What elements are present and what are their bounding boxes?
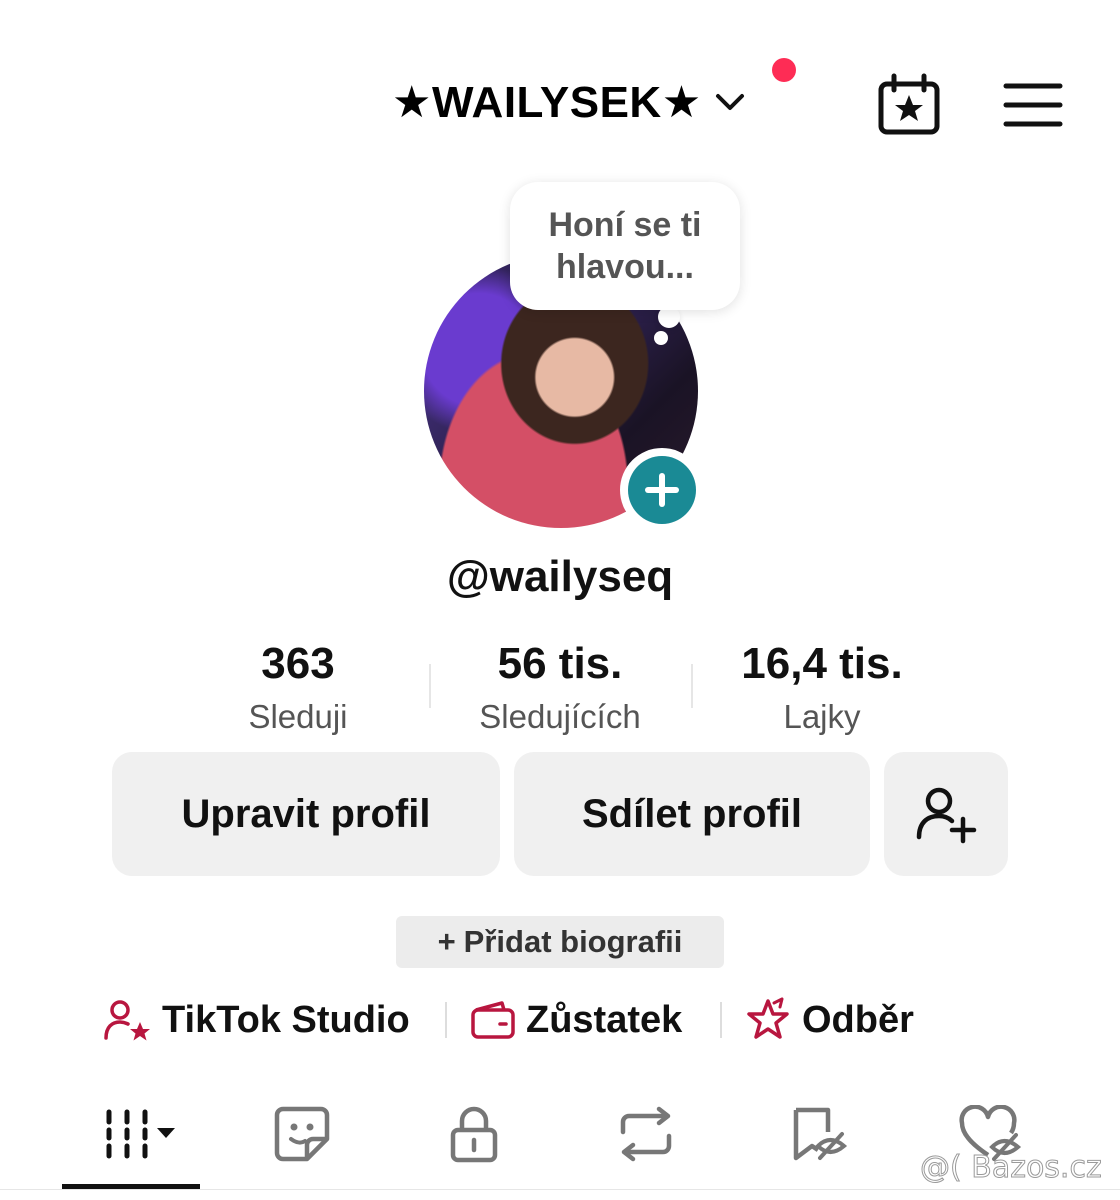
add-bio-plus: + xyxy=(437,924,456,959)
note-bubble[interactable]: Honí se ti hlavou... xyxy=(510,182,740,310)
repost-icon xyxy=(620,1106,672,1162)
add-story-button[interactable] xyxy=(620,448,704,532)
note-line-1: Honí se ti xyxy=(548,206,702,244)
bubble-tail-dot xyxy=(654,331,668,345)
balance-label: Zůstatek xyxy=(526,998,683,1041)
plus-icon xyxy=(645,473,679,507)
stat-likes[interactable]: 16,4 tis. Lajky xyxy=(712,636,932,740)
subscription-star-icon xyxy=(747,997,789,1039)
subscription-label: Odběr xyxy=(802,998,914,1041)
tab-stickers[interactable] xyxy=(262,1100,342,1168)
stat-label: Sledujících xyxy=(479,698,641,735)
link-separator xyxy=(720,1002,722,1038)
subscription-link[interactable]: Odběr xyxy=(744,994,914,1046)
sticker-icon xyxy=(274,1106,330,1162)
stat-followers[interactable]: 56 tis. Sledujících xyxy=(450,636,670,740)
calendar-star-icon xyxy=(878,73,940,135)
stat-value: 363 xyxy=(261,639,335,688)
tab-reposts[interactable] xyxy=(606,1100,686,1168)
account-switcher[interactable]: ★WAILYSEK★ xyxy=(392,70,748,134)
balance-link[interactable]: Zůstatek xyxy=(470,994,682,1046)
stat-divider xyxy=(691,664,693,708)
add-person-icon xyxy=(916,787,977,844)
tab-private[interactable] xyxy=(434,1100,514,1168)
tiktok-studio-link[interactable]: TikTok Studio xyxy=(104,994,410,1046)
edit-profile-label: Upravit profil xyxy=(181,791,431,836)
stat-label: Lajky xyxy=(783,698,861,735)
tabs-divider xyxy=(0,1189,1120,1190)
calendar-button[interactable] xyxy=(874,72,944,138)
stat-label: Sleduji xyxy=(248,698,348,735)
hamburger-menu-icon xyxy=(1003,83,1063,127)
add-bio-button[interactable]: + Přidat biografii xyxy=(396,916,724,968)
menu-button[interactable] xyxy=(1000,80,1066,130)
add-bio-label: Přidat biografii xyxy=(463,924,683,959)
note-line-2: hlavou... xyxy=(556,248,694,286)
tiktok-studio-label: TikTok Studio xyxy=(162,998,410,1041)
watermark: @( Bazos.cz xyxy=(920,1150,1103,1186)
person-star-icon xyxy=(104,1000,150,1041)
tab-videos[interactable] xyxy=(72,1100,192,1168)
stat-value: 16,4 tis. xyxy=(741,639,903,688)
tab-favorites[interactable] xyxy=(778,1100,858,1168)
add-friend-button[interactable] xyxy=(884,752,1008,876)
notification-dot xyxy=(772,58,796,82)
account-title: ★WAILYSEK★ xyxy=(392,77,702,127)
videos-grid-icon xyxy=(106,1109,175,1159)
stat-following[interactable]: 363 Sleduji xyxy=(198,636,398,740)
stat-divider xyxy=(429,664,431,708)
edit-profile-button[interactable]: Upravit profil xyxy=(112,752,500,876)
lock-icon xyxy=(450,1106,498,1163)
chevron-down-icon xyxy=(715,94,744,110)
stat-value: 56 tis. xyxy=(497,639,623,688)
wallet-icon xyxy=(471,1001,515,1039)
share-profile-button[interactable]: Sdílet profil xyxy=(514,752,870,876)
profile-handle: @wailyseq xyxy=(446,552,674,601)
bookmark-hidden-icon xyxy=(793,1107,848,1161)
link-separator xyxy=(445,1002,447,1038)
share-profile-label: Sdílet profil xyxy=(582,791,802,836)
